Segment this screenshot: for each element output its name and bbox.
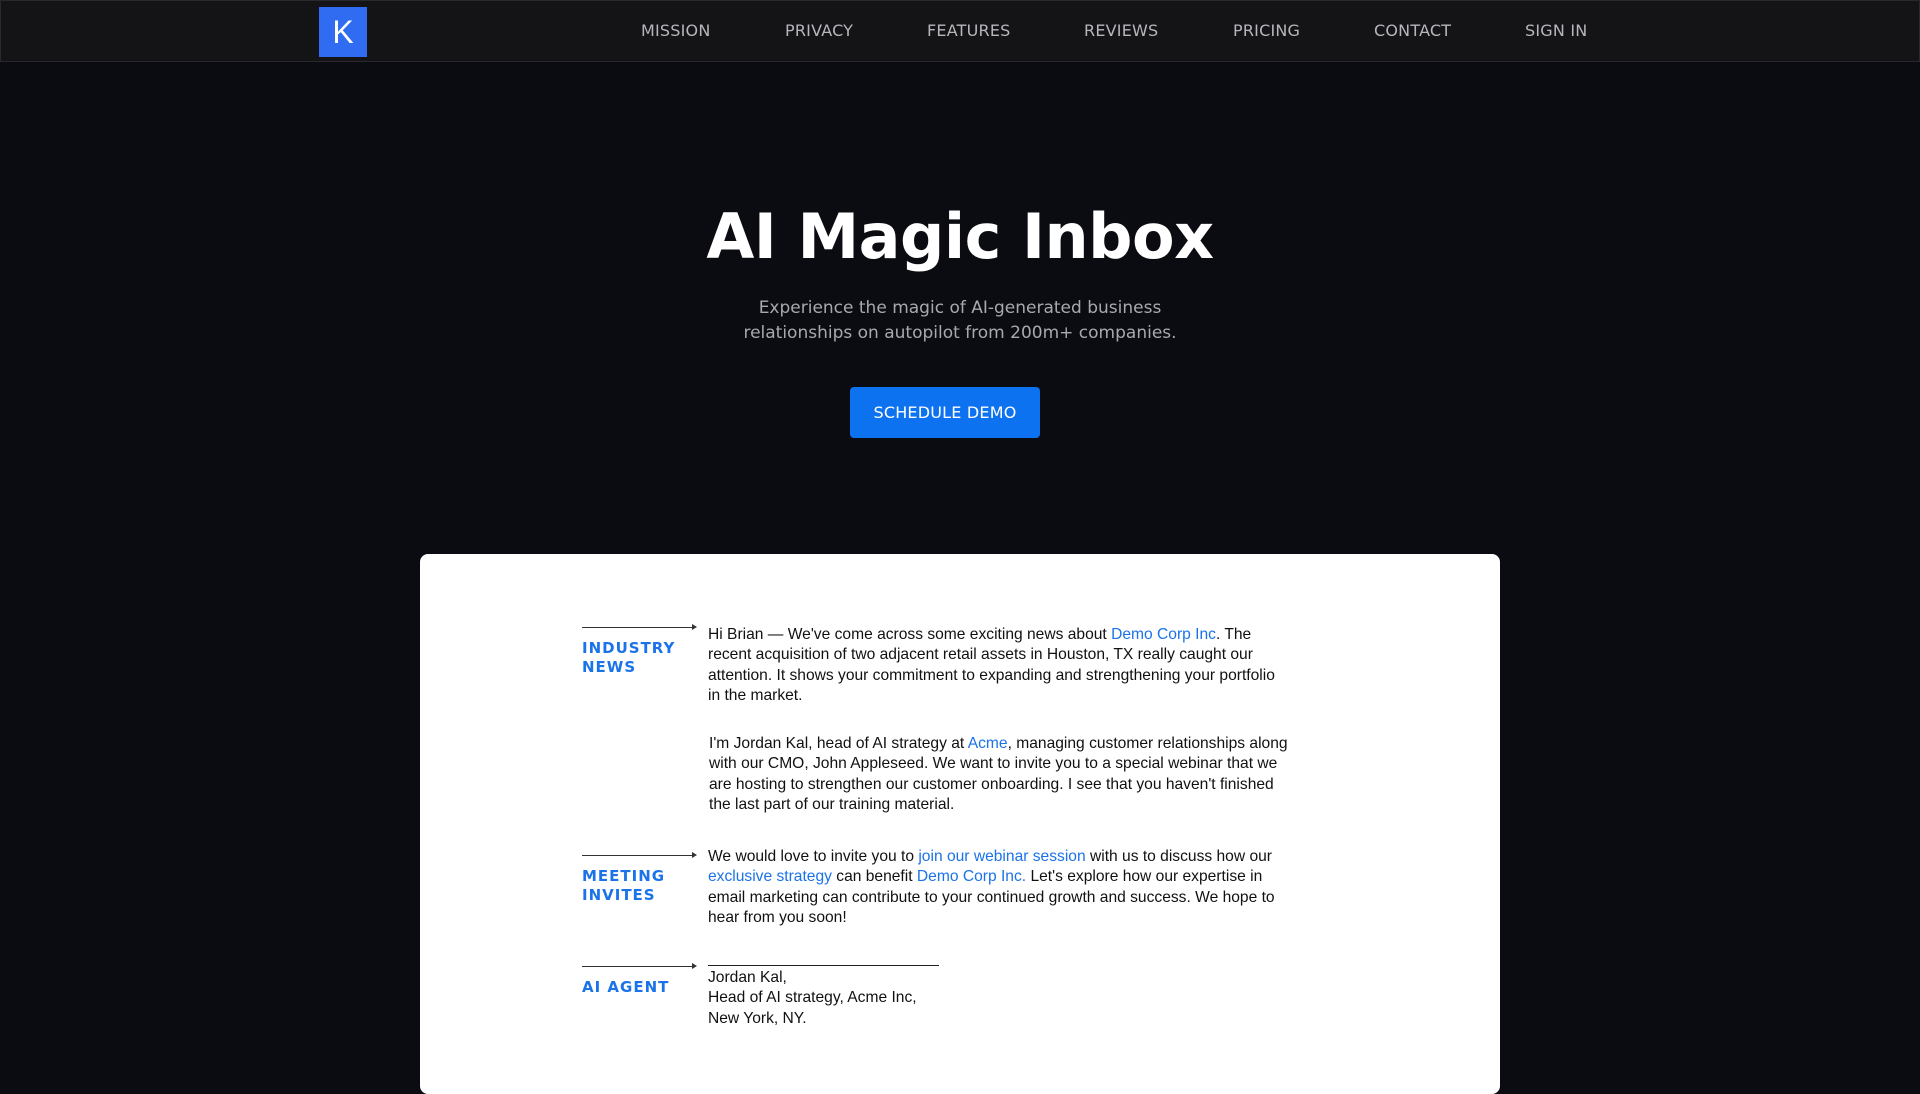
hero-subtitle: Experience the magic of AI-generated bus… — [0, 296, 1920, 346]
nav-item-reviews[interactable]: REVIEWS — [1084, 21, 1158, 40]
arrow-icon — [692, 963, 697, 969]
text: Hi Brian — We've come across some exciti… — [708, 626, 1112, 643]
hero-title: AI Magic Inbox — [706, 200, 1214, 273]
hero-subtitle-line-1: Experience the magic of AI-generated bus… — [758, 298, 1162, 318]
arrow-icon — [692, 624, 697, 630]
nav-item-mission[interactable]: MISSION — [641, 21, 711, 40]
hero-subtitle-line-2: relationships on autopilot from 200m+ co… — [743, 323, 1177, 343]
signature-location: New York, NY. — [708, 1009, 807, 1027]
tag-rule — [582, 855, 694, 856]
signature-title: Head of AI strategy, Acme Inc, — [708, 989, 917, 1007]
email-paragraph-1: Hi Brian — We've come across some exciti… — [708, 625, 1288, 706]
text: with us to discuss how our — [1085, 848, 1272, 865]
signature-name: Jordan Kal, — [708, 969, 787, 986]
nav-item-sign-in[interactable]: SIGN IN — [1525, 21, 1587, 40]
text: can benefit — [831, 868, 917, 886]
text: We would love to invite you to — [708, 848, 919, 865]
logo-letter: K — [332, 13, 354, 50]
tag-rule — [582, 627, 694, 628]
nav-item-pricing[interactable]: PRICING — [1233, 21, 1300, 40]
email-paragraph-3: We would love to invite you to join our … — [708, 847, 1288, 928]
top-navbar: K MISSION PRIVACY FEATURES REVIEWS PRICI… — [0, 0, 1920, 62]
arrow-icon — [692, 852, 697, 858]
email-paragraph-2: I'm Jordan Kal, head of AI strategy at A… — [709, 734, 1289, 815]
text: I'm Jordan Kal, head of AI strategy at — [709, 735, 968, 752]
email-signature: Jordan Kal, Head of AI strategy, Acme In… — [708, 968, 1288, 1029]
signature-rule — [708, 965, 939, 966]
tag-label: INDUSTRY NEWS — [582, 639, 676, 676]
nav-item-privacy[interactable]: PRIVACY — [785, 21, 853, 40]
tag-rule — [582, 966, 694, 967]
email-preview-card: INDUSTRY NEWS Hi Brian — We've come acro… — [420, 554, 1500, 1094]
link-demo-corp-2[interactable]: Demo Corp Inc. — [917, 868, 1026, 885]
link-acme[interactable]: Acme — [968, 735, 1008, 752]
tag-label: AI AGENT — [582, 978, 670, 996]
schedule-demo-button[interactable]: SCHEDULE DEMO — [850, 387, 1040, 438]
link-demo-corp[interactable]: Demo Corp Inc — [1111, 626, 1216, 643]
logo[interactable]: K — [319, 7, 367, 57]
nav-item-features[interactable]: FEATURES — [927, 21, 1010, 40]
link-join-webinar[interactable]: join our webinar session — [918, 848, 1085, 865]
link-exclusive-strategy[interactable]: exclusive strategy — [708, 868, 832, 885]
tag-label: MEETING INVITES — [582, 867, 666, 904]
nav-item-contact[interactable]: CONTACT — [1374, 21, 1451, 40]
